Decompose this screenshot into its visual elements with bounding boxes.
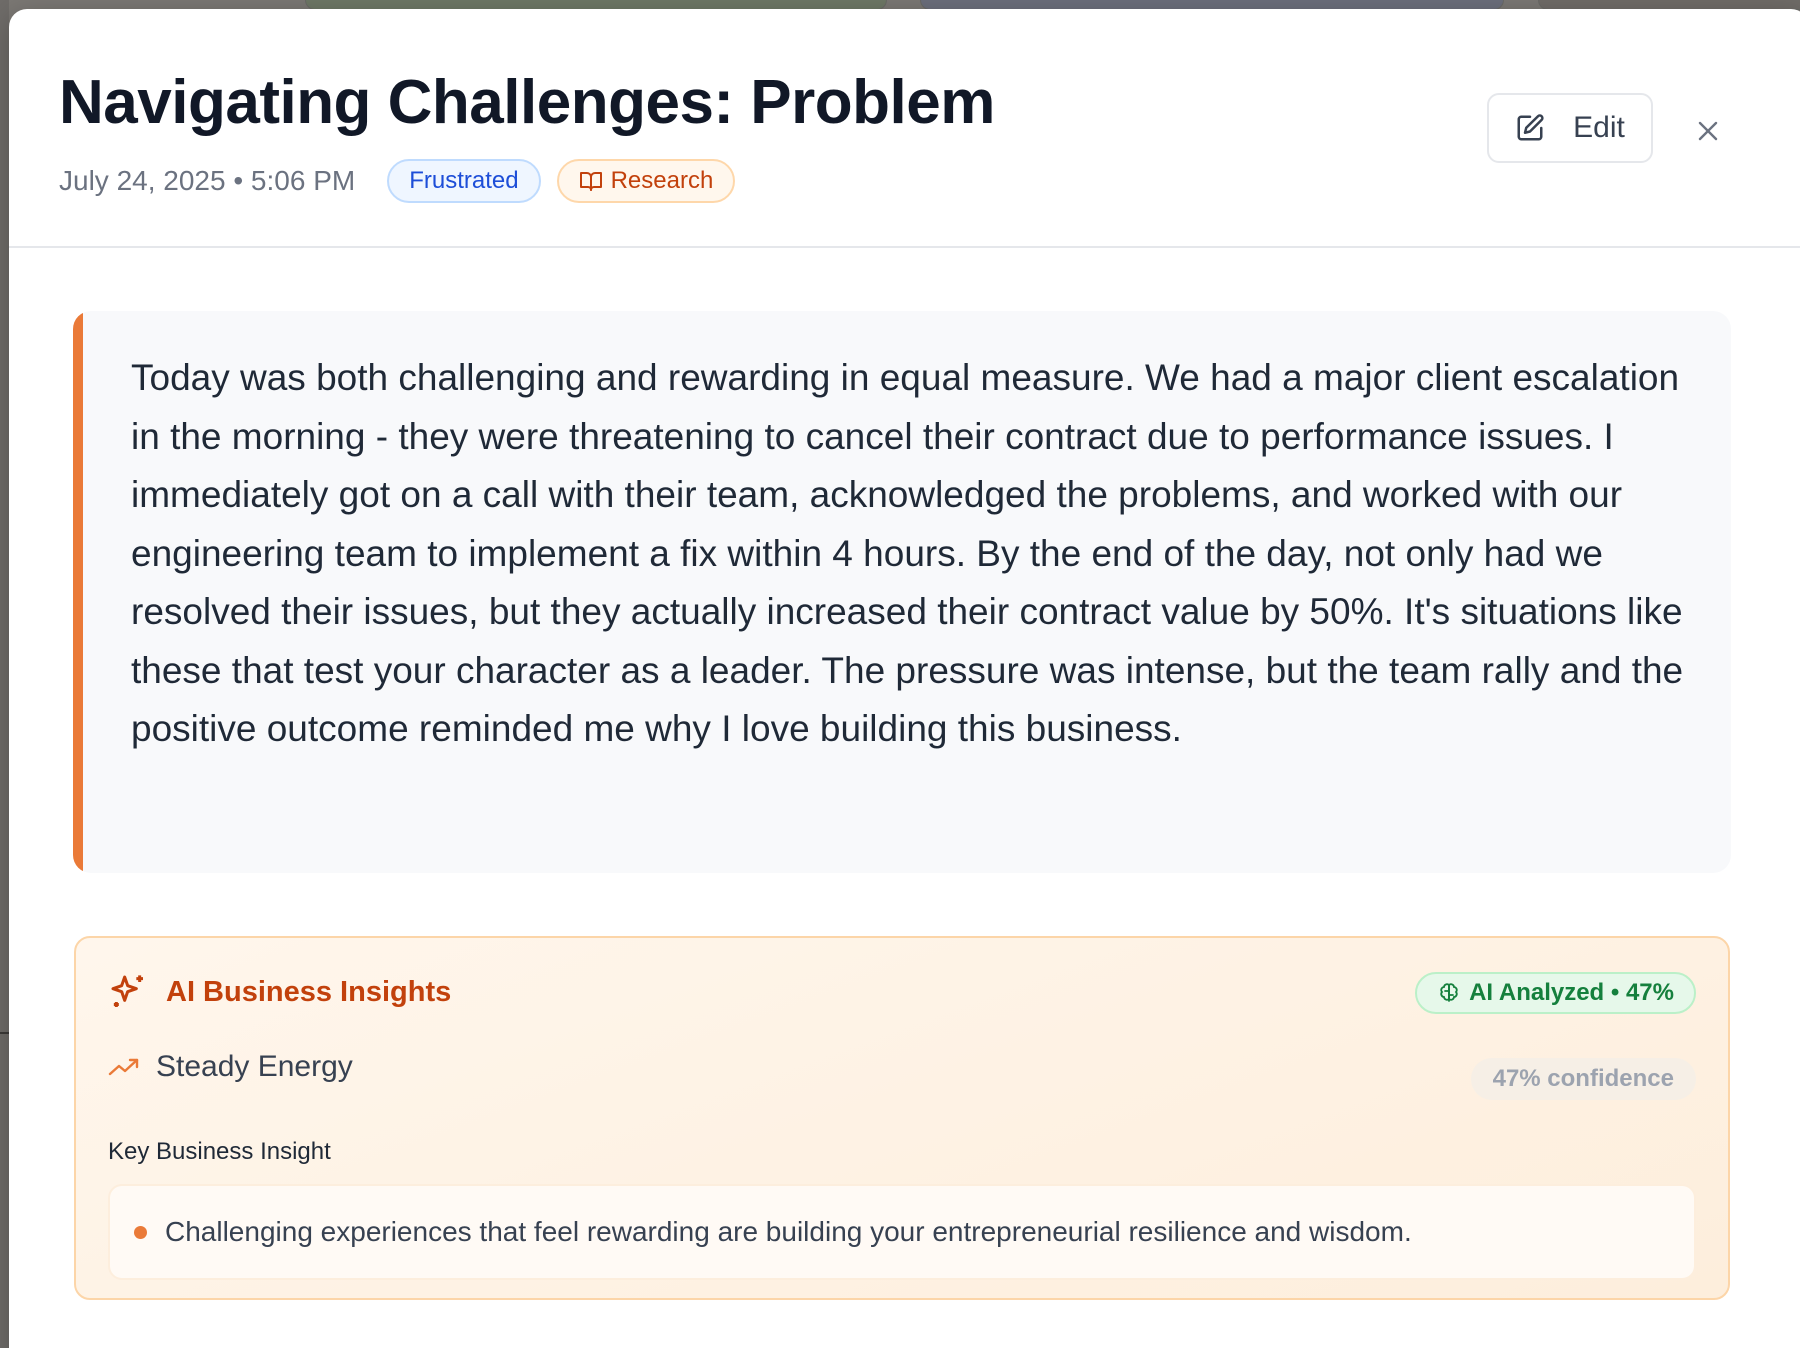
journal-entry-text: Today was both challenging and rewarding… bbox=[131, 357, 1684, 749]
ai-analyzed-badge: AI Analyzed • 47% bbox=[1415, 972, 1696, 1014]
edit-button[interactable]: Edit bbox=[1487, 93, 1653, 163]
brain-icon bbox=[1440, 983, 1458, 1002]
confidence-badge: 47% confidence bbox=[1470, 1058, 1696, 1100]
energy-indicator: Steady Energy bbox=[108, 1050, 353, 1084]
mood-badge: Frustrated bbox=[387, 159, 541, 203]
book-icon bbox=[579, 172, 602, 191]
ai-analyzed-label: AI Analyzed • 47% bbox=[1469, 979, 1674, 1006]
edit-icon bbox=[1517, 114, 1544, 141]
ai-insights-header: AI Business Insights bbox=[108, 972, 451, 1012]
category-badge: Research bbox=[556, 159, 736, 203]
close-icon bbox=[1698, 121, 1718, 141]
entry-meta: July 24, 2025 • 5:06 PM Frustrated Resea… bbox=[59, 159, 751, 203]
background-sidebar bbox=[0, 0, 9, 1348]
energy-label: Steady Energy bbox=[156, 1050, 353, 1083]
key-insight-heading: Key Business Insight bbox=[108, 1138, 331, 1165]
sparkles-icon bbox=[111, 975, 143, 1007]
background-divider bbox=[0, 1032, 9, 1034]
entry-date: July 24, 2025 • 5:06 PM bbox=[59, 165, 356, 196]
category-badge-label: Research bbox=[610, 167, 714, 194]
ai-insights-title: AI Business Insights bbox=[166, 975, 452, 1008]
edit-button-label: Edit bbox=[1573, 111, 1625, 144]
key-insight-text: Challenging experiences that feel reward… bbox=[165, 1216, 1412, 1247]
close-button[interactable] bbox=[1689, 112, 1727, 150]
trending-up-icon bbox=[108, 1058, 139, 1076]
bullet-dot-icon bbox=[134, 1225, 147, 1239]
modal-header: Navigating Challenges: Problem July 24, … bbox=[9, 9, 1800, 248]
mood-badge-label: Frustrated bbox=[409, 167, 519, 194]
key-insight-item: Challenging experiences that feel reward… bbox=[108, 1184, 1696, 1280]
page-title: Navigating Challenges: Problem bbox=[59, 68, 995, 137]
confidence-label: 47% confidence bbox=[1492, 1065, 1674, 1092]
ai-insights-panel: AI Business Insights AI Analyzed • 47% S… bbox=[74, 936, 1730, 1300]
entry-detail-modal: Navigating Challenges: Problem July 24, … bbox=[9, 9, 1800, 1348]
journal-entry-body: Today was both challenging and rewarding… bbox=[73, 311, 1731, 873]
